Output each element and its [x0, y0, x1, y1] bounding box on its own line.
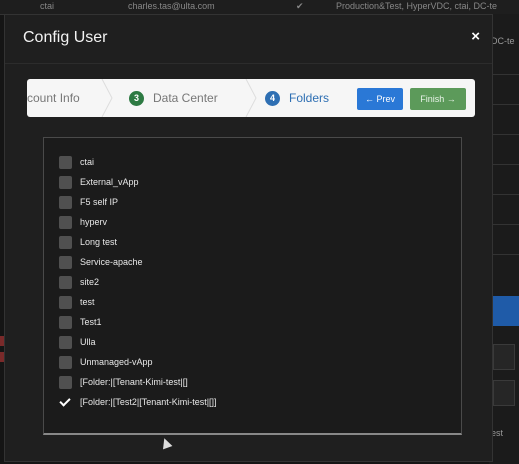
- checkbox[interactable]: [59, 335, 72, 349]
- checkbox[interactable]: [59, 255, 72, 269]
- folder-item[interactable]: hyperv: [59, 214, 107, 230]
- checkbox[interactable]: [59, 355, 72, 369]
- step-account-info[interactable]: count Info: [27, 79, 80, 117]
- step-label: Data Center: [153, 91, 218, 105]
- checkbox[interactable]: [59, 235, 72, 249]
- checkbox[interactable]: [59, 315, 72, 329]
- folder-label: [Folder:|[Test2|[Tenant-Kimi-test|[]]: [80, 397, 217, 407]
- folder-list: ctai External_vApp F5 self IP hyperv Lon…: [43, 137, 462, 435]
- chevron-separator-icon: [245, 79, 257, 117]
- checkbox[interactable]: [59, 295, 72, 309]
- finish-button[interactable]: Finish →: [410, 88, 466, 110]
- step-number: 3: [129, 90, 144, 106]
- folder-item[interactable]: [Folder:|[Test2|[Tenant-Kimi-test|[]]: [59, 394, 217, 410]
- modal-title: Config User: [23, 29, 108, 46]
- checkbox[interactable]: [59, 375, 72, 389]
- folder-label: Long test: [80, 237, 118, 247]
- wizard-steps: count Info 3 Data Center 4 Folders ← Pre…: [27, 79, 475, 117]
- folder-item[interactable]: [Folder:|[Tenant-Kimi-test|[]: [59, 374, 188, 390]
- prev-button[interactable]: ← Prev: [357, 88, 403, 110]
- folder-label: [Folder:|[Tenant-Kimi-test|[]: [80, 377, 188, 387]
- step-folders[interactable]: 4 Folders: [265, 79, 329, 117]
- step-number: 4: [265, 90, 280, 106]
- config-user-modal: Config User × count Info 3 Data Center 4…: [4, 14, 493, 462]
- step-label: Folders: [289, 91, 330, 105]
- bg-cell-name: ctai: [40, 1, 55, 11]
- checkbox[interactable]: [59, 275, 72, 289]
- chevron-separator-icon: [101, 79, 113, 117]
- folder-label: test: [80, 297, 95, 307]
- folder-item[interactable]: test: [59, 294, 95, 310]
- folder-item[interactable]: Service-apache: [59, 254, 143, 270]
- bg-cell-groups: Production&Test, HyperVDC, ctai, DC-te: [336, 1, 498, 11]
- checkbox-checked[interactable]: [59, 396, 72, 409]
- folder-item[interactable]: ctai: [59, 154, 94, 170]
- folder-item[interactable]: Ulla: [59, 334, 96, 350]
- bg-input-field: [493, 344, 515, 370]
- checkbox[interactable]: [59, 175, 72, 189]
- folder-label: Unmanaged-vApp: [80, 357, 153, 367]
- step-label: count Info: [27, 91, 80, 105]
- close-icon[interactable]: ×: [471, 28, 480, 45]
- checkbox[interactable]: [59, 195, 72, 209]
- checkbox[interactable]: [59, 215, 72, 229]
- folder-label: site2: [80, 277, 100, 287]
- folder-label: Service-apache: [80, 257, 143, 267]
- bg-cell-email: charles.tas@ulta.com: [128, 1, 215, 11]
- bg-selected-row: [489, 296, 519, 326]
- folder-item[interactable]: Test1: [59, 314, 102, 330]
- bg-select-field: [493, 380, 515, 406]
- checkbox[interactable]: [59, 155, 72, 169]
- folder-label: Ulla: [80, 337, 96, 347]
- folder-item[interactable]: External_vApp: [59, 174, 139, 190]
- background-right-column: DC-te est: [489, 14, 519, 464]
- folder-item[interactable]: Long test: [59, 234, 117, 250]
- folder-label: hyperv: [80, 217, 108, 227]
- background-table-row: ctai charles.tas@ulta.com ✔ Production&T…: [0, 0, 519, 15]
- folder-label: Test1: [80, 317, 102, 327]
- folder-item[interactable]: site2: [59, 274, 99, 290]
- step-data-center[interactable]: 3 Data Center: [129, 79, 218, 117]
- folder-label: F5 self IP: [80, 197, 119, 207]
- modal-divider: [5, 63, 492, 64]
- bg-right-text: DC-te: [491, 36, 515, 46]
- folder-label: ctai: [80, 157, 95, 167]
- folder-label: External_vApp: [80, 177, 139, 187]
- folder-item[interactable]: F5 self IP: [59, 194, 118, 210]
- folder-item[interactable]: Unmanaged-vApp: [59, 354, 153, 370]
- bg-check-icon: ✔: [296, 1, 304, 11]
